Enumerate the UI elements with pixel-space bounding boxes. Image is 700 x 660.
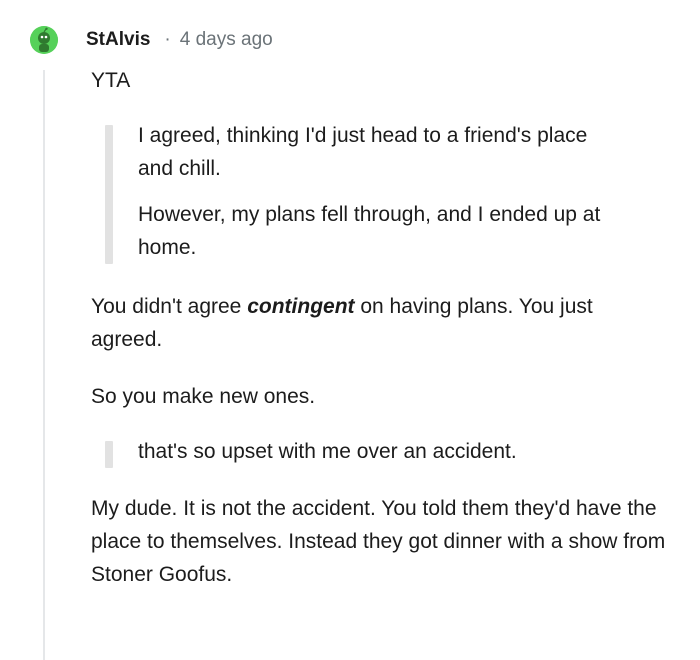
comment-header: StAlvis · 4 days ago <box>86 27 273 53</box>
quote-bar <box>105 441 113 468</box>
timestamp[interactable]: 4 days ago <box>180 29 273 51</box>
emphasis-text: contingent <box>247 295 355 318</box>
quote-line: that's so upset with me over an accident… <box>138 440 517 463</box>
reply-paragraph: You didn't agree contingent on having pl… <box>91 290 631 356</box>
thread-line[interactable] <box>43 70 45 660</box>
comment-body: YTA I agreed, thinking I'd just head to … <box>91 64 676 591</box>
snoo-avatar-icon <box>30 26 58 54</box>
reply-paragraph: So you make new ones. <box>91 385 316 408</box>
meta-separator: · <box>164 29 171 50</box>
quote-line: I agreed, thinking I'd just head to a fr… <box>138 124 588 180</box>
verdict-text: YTA <box>91 69 131 92</box>
avatar[interactable] <box>30 26 58 54</box>
blockquote: I agreed, thinking I'd just head to a fr… <box>91 119 676 264</box>
username[interactable]: StAlvis <box>86 29 150 51</box>
reply-text: You didn't agree <box>91 295 248 318</box>
quote-line: However, my plans fell through, and I en… <box>138 203 601 259</box>
quote-bar <box>105 125 113 264</box>
blockquote: that's so upset with me over an accident… <box>91 435 676 468</box>
reply-paragraph: My dude. It is not the accident. You tol… <box>91 497 666 586</box>
